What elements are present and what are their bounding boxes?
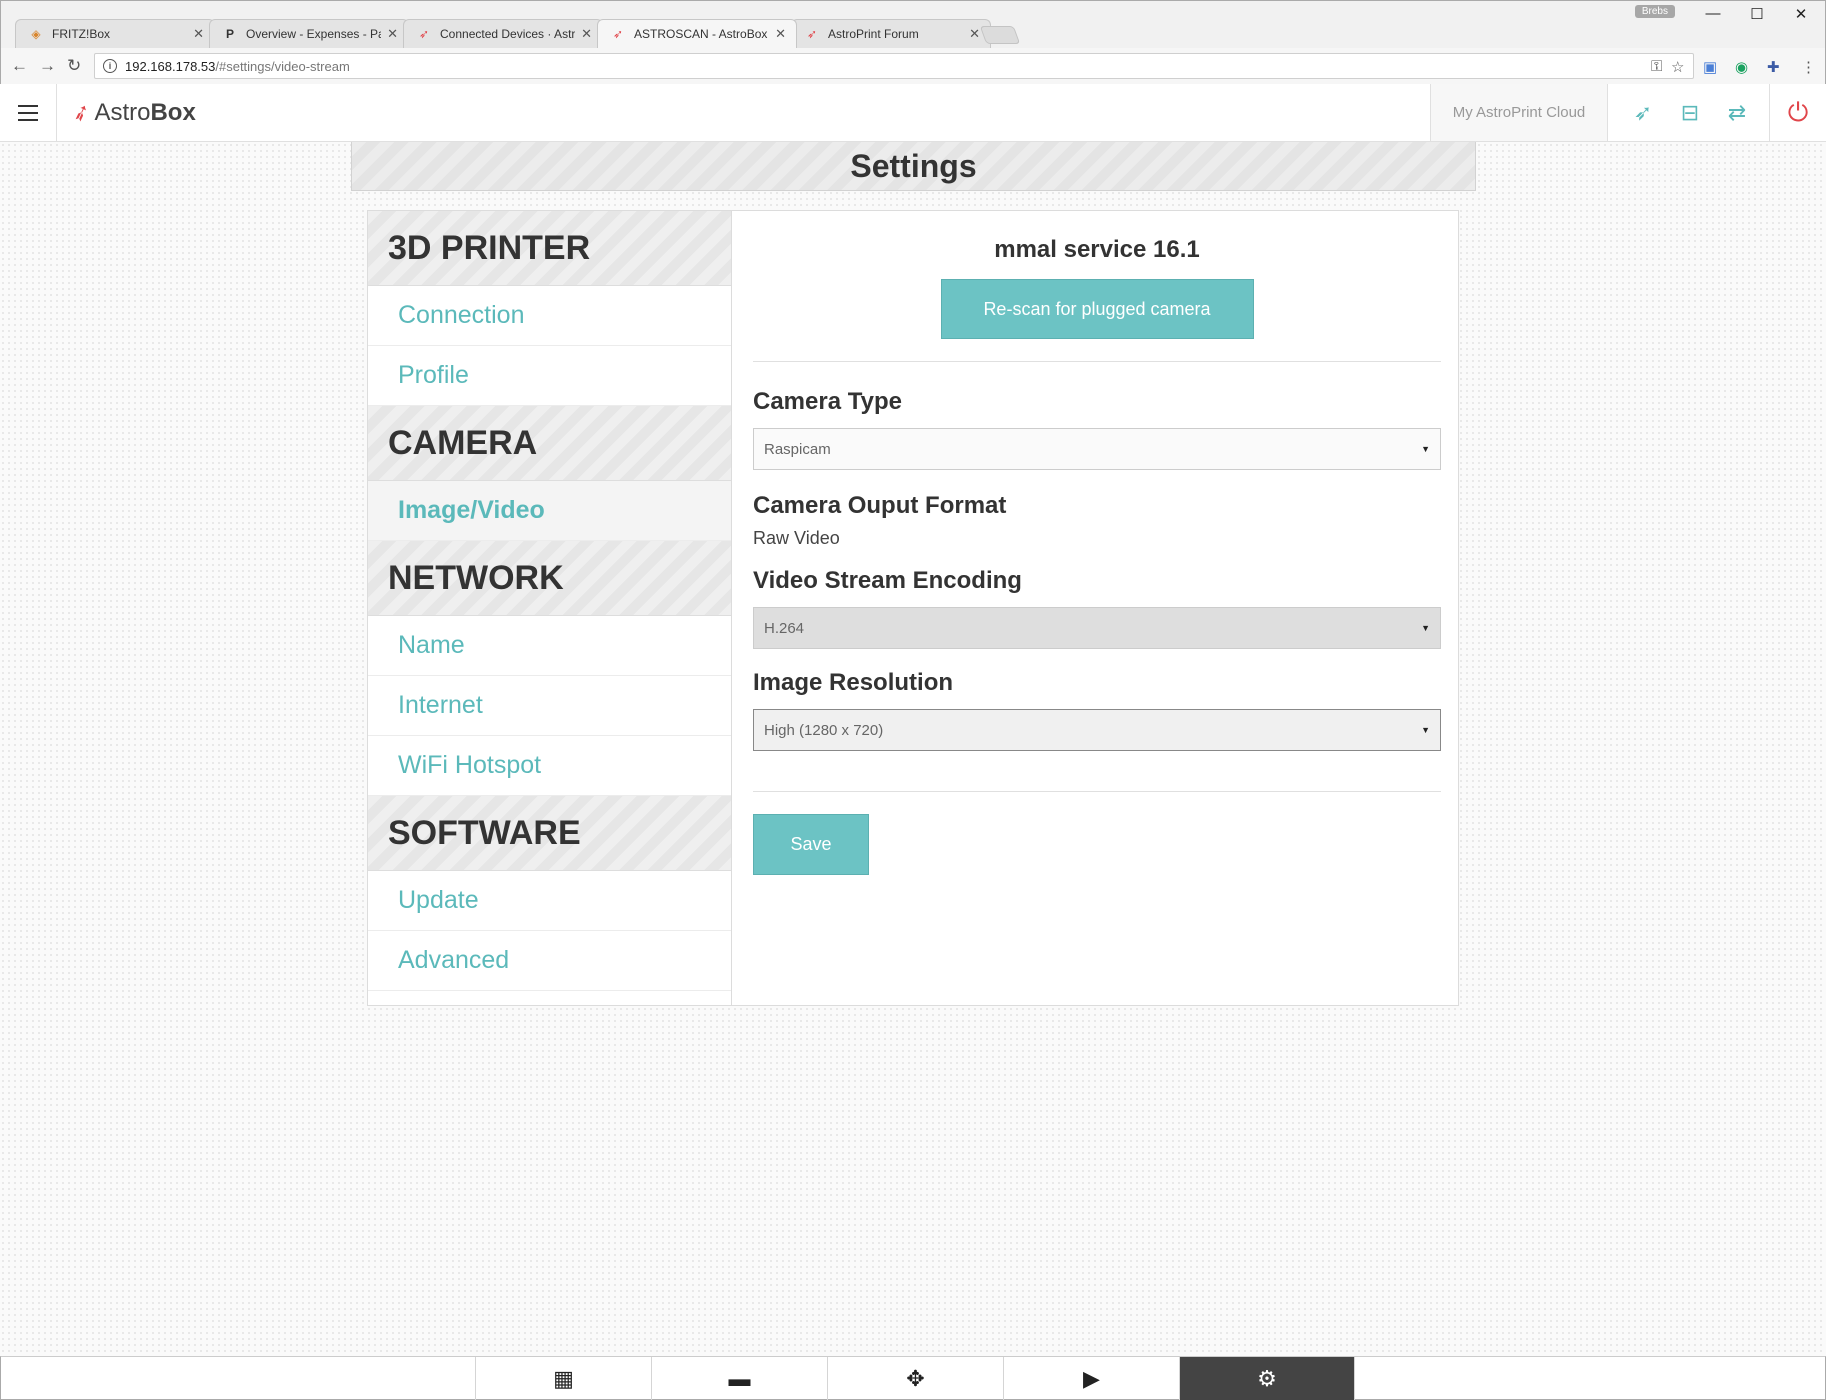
astroprint-cloud-button[interactable]: My AstroPrint Cloud xyxy=(1430,84,1608,141)
tab-title: FRITZ!Box xyxy=(52,27,111,41)
resolution-value: High (1280 x 720) xyxy=(764,721,884,739)
video-camera-icon[interactable]: ▶ xyxy=(1003,1357,1179,1400)
output-format-value: Raw Video xyxy=(753,528,840,548)
url-host: 192.168.178.53 xyxy=(125,58,216,74)
minimize-icon[interactable]: — xyxy=(1691,5,1735,22)
sidebar-item-update[interactable]: Update xyxy=(368,871,731,931)
menu-dots-icon[interactable]: ⋮ xyxy=(1801,58,1816,76)
close-tab-icon[interactable]: ✕ xyxy=(581,26,592,42)
url-path: /#settings/video-stream xyxy=(215,58,350,74)
browser-chrome: ◈ FRITZ!Box ✕ P Overview - Expenses - Pa… xyxy=(0,0,1826,85)
browser-tab-astroscan[interactable]: ➶ ASTROSCAN - AstroBox ✕ xyxy=(597,19,797,48)
browser-tab-fritzbox[interactable]: ◈ FRITZ!Box ✕ xyxy=(15,19,215,48)
sidebar-item-internet[interactable]: Internet xyxy=(368,676,731,736)
output-format-label: Camera Ouput Format xyxy=(753,492,1007,519)
hamburger-menu-button[interactable] xyxy=(0,84,57,141)
extension-icon[interactable]: ✚ xyxy=(1767,58,1780,76)
logo-text-bold: Box xyxy=(150,99,196,126)
sidebar-heading-network: NETWORK xyxy=(368,541,731,616)
page-title: Settings xyxy=(351,142,1476,191)
settings-sidebar: 3D PRINTER Connection Profile CAMERA Ima… xyxy=(368,211,732,1005)
translate-icon[interactable]: ▣ xyxy=(1703,58,1717,76)
profile-badge[interactable]: Brebs xyxy=(1634,5,1675,18)
settings-panel: 3D PRINTER Connection Profile CAMERA Ima… xyxy=(367,210,1459,1006)
bottom-nav: ▦ ▬ ✥ ▶ ⚙ xyxy=(0,1356,1826,1400)
bookmark-star-icon[interactable]: ☆ xyxy=(1671,58,1684,76)
tab-title: Overview - Expenses - Pa xyxy=(246,27,382,41)
close-tab-icon[interactable]: ✕ xyxy=(969,26,980,42)
rocket-icon: ➶ xyxy=(806,27,818,41)
p-icon: P xyxy=(225,27,234,41)
power-icon[interactable]: ⏻ xyxy=(1769,84,1826,141)
sidebar-item-advanced[interactable]: Advanced xyxy=(368,931,731,991)
key-icon[interactable]: ⚿ xyxy=(1651,58,1662,75)
close-tab-icon[interactable]: ✕ xyxy=(775,26,786,42)
divider xyxy=(753,791,1441,792)
tab-title: AstroPrint Forum xyxy=(828,27,919,41)
sidebar-item-image-video[interactable]: Image/Video xyxy=(368,481,731,541)
rescan-camera-button[interactable]: Re-scan for plugged camera xyxy=(940,279,1254,339)
settings-page: Settings 3D PRINTER Connection Profile C… xyxy=(0,142,1826,1356)
tab-title: Connected Devices · Astr xyxy=(440,27,576,41)
gear-icon[interactable]: ⚙ xyxy=(1179,1357,1355,1400)
chevron-down-icon: ▼ xyxy=(1421,725,1430,735)
sidebar-heading-software: SOFTWARE xyxy=(368,796,731,871)
transfer-icon[interactable]: ⇄ xyxy=(1714,84,1760,141)
printer-icon[interactable]: ⊟ xyxy=(1667,84,1713,141)
rocket-icon[interactable]: ➶ xyxy=(1620,84,1666,141)
close-tab-icon[interactable]: ✕ xyxy=(193,26,204,42)
sidebar-item-wifi-hotspot[interactable]: WiFi Hotspot xyxy=(368,736,731,796)
fritzbox-icon: ◈ xyxy=(31,27,41,41)
new-tab-button[interactable] xyxy=(979,26,1021,44)
address-bar[interactable]: i 192.168.178.53 /#settings/video-stream xyxy=(94,53,1694,79)
encoding-select[interactable]: H.264 ▼ xyxy=(753,607,1441,649)
resolution-select[interactable]: High (1280 x 720) ▼ xyxy=(753,709,1441,751)
rocket-icon: ➶ xyxy=(612,27,624,41)
logo-text: Astro xyxy=(94,99,151,126)
tab-strip: ◈ FRITZ!Box ✕ P Overview - Expenses - Pa… xyxy=(1,1,1825,48)
camera-type-select[interactable]: Raspicam ▼ xyxy=(753,428,1441,470)
save-button[interactable]: Save xyxy=(753,814,869,875)
camera-type-label: Camera Type xyxy=(753,388,902,415)
move-icon[interactable]: ✥ xyxy=(827,1357,1003,1400)
rocket-icon: ➶ xyxy=(418,27,430,41)
maximize-icon[interactable]: ☐ xyxy=(1735,5,1779,23)
camera-type-value: Raspicam xyxy=(764,440,831,458)
camera-settings-form: mmal service 16.1 Re-scan for plugged ca… xyxy=(753,211,1441,875)
browser-tab-forum[interactable]: ➶ AstroPrint Forum ✕ xyxy=(791,19,991,48)
camera-name: mmal service 16.1 xyxy=(994,236,1200,263)
browser-tab-expenses[interactable]: P Overview - Expenses - Pa ✕ xyxy=(209,19,409,48)
rocket-icon: ➶ xyxy=(68,97,94,128)
close-window-icon[interactable]: ✕ xyxy=(1779,5,1823,23)
chevron-down-icon: ▼ xyxy=(1421,623,1430,633)
divider xyxy=(753,361,1441,362)
chevron-down-icon: ▼ xyxy=(1421,444,1430,454)
astrobox-logo[interactable]: ➶ Astro Box xyxy=(68,98,196,128)
browser-tab-connected-devices[interactable]: ➶ Connected Devices · Astr ✕ xyxy=(403,19,603,48)
tab-title: ASTROSCAN - AstroBox xyxy=(634,27,768,41)
encoding-value: H.264 xyxy=(764,619,805,637)
resolution-label: Image Resolution xyxy=(753,669,954,696)
sidebar-item-name[interactable]: Name xyxy=(368,616,731,676)
reload-icon[interactable]: ↻ xyxy=(67,56,81,76)
sidebar-item-connection[interactable]: Connection xyxy=(368,286,731,346)
close-tab-icon[interactable]: ✕ xyxy=(387,26,398,42)
back-icon[interactable]: ← xyxy=(11,56,28,76)
app-header: ➶ Astro Box My AstroPrint Cloud ➶ ⊟ ⇄ ⏻ xyxy=(0,84,1826,142)
site-info-icon[interactable]: i xyxy=(103,59,117,73)
sidebar-heading-camera: CAMERA xyxy=(368,406,731,481)
sidebar-item-profile[interactable]: Profile xyxy=(368,346,731,406)
grammarly-icon[interactable]: ◉ xyxy=(1735,58,1748,76)
browser-toolbar: ← → ↻ i 192.168.178.53 /#settings/video-… xyxy=(1,48,1825,85)
forward-icon[interactable]: → xyxy=(39,56,56,76)
grid-icon[interactable]: ▦ xyxy=(475,1357,651,1400)
encoding-label: Video Stream Encoding xyxy=(753,567,1022,594)
folder-icon[interactable]: ▬ xyxy=(651,1357,827,1400)
sidebar-heading-3d-printer: 3D PRINTER xyxy=(368,211,731,286)
